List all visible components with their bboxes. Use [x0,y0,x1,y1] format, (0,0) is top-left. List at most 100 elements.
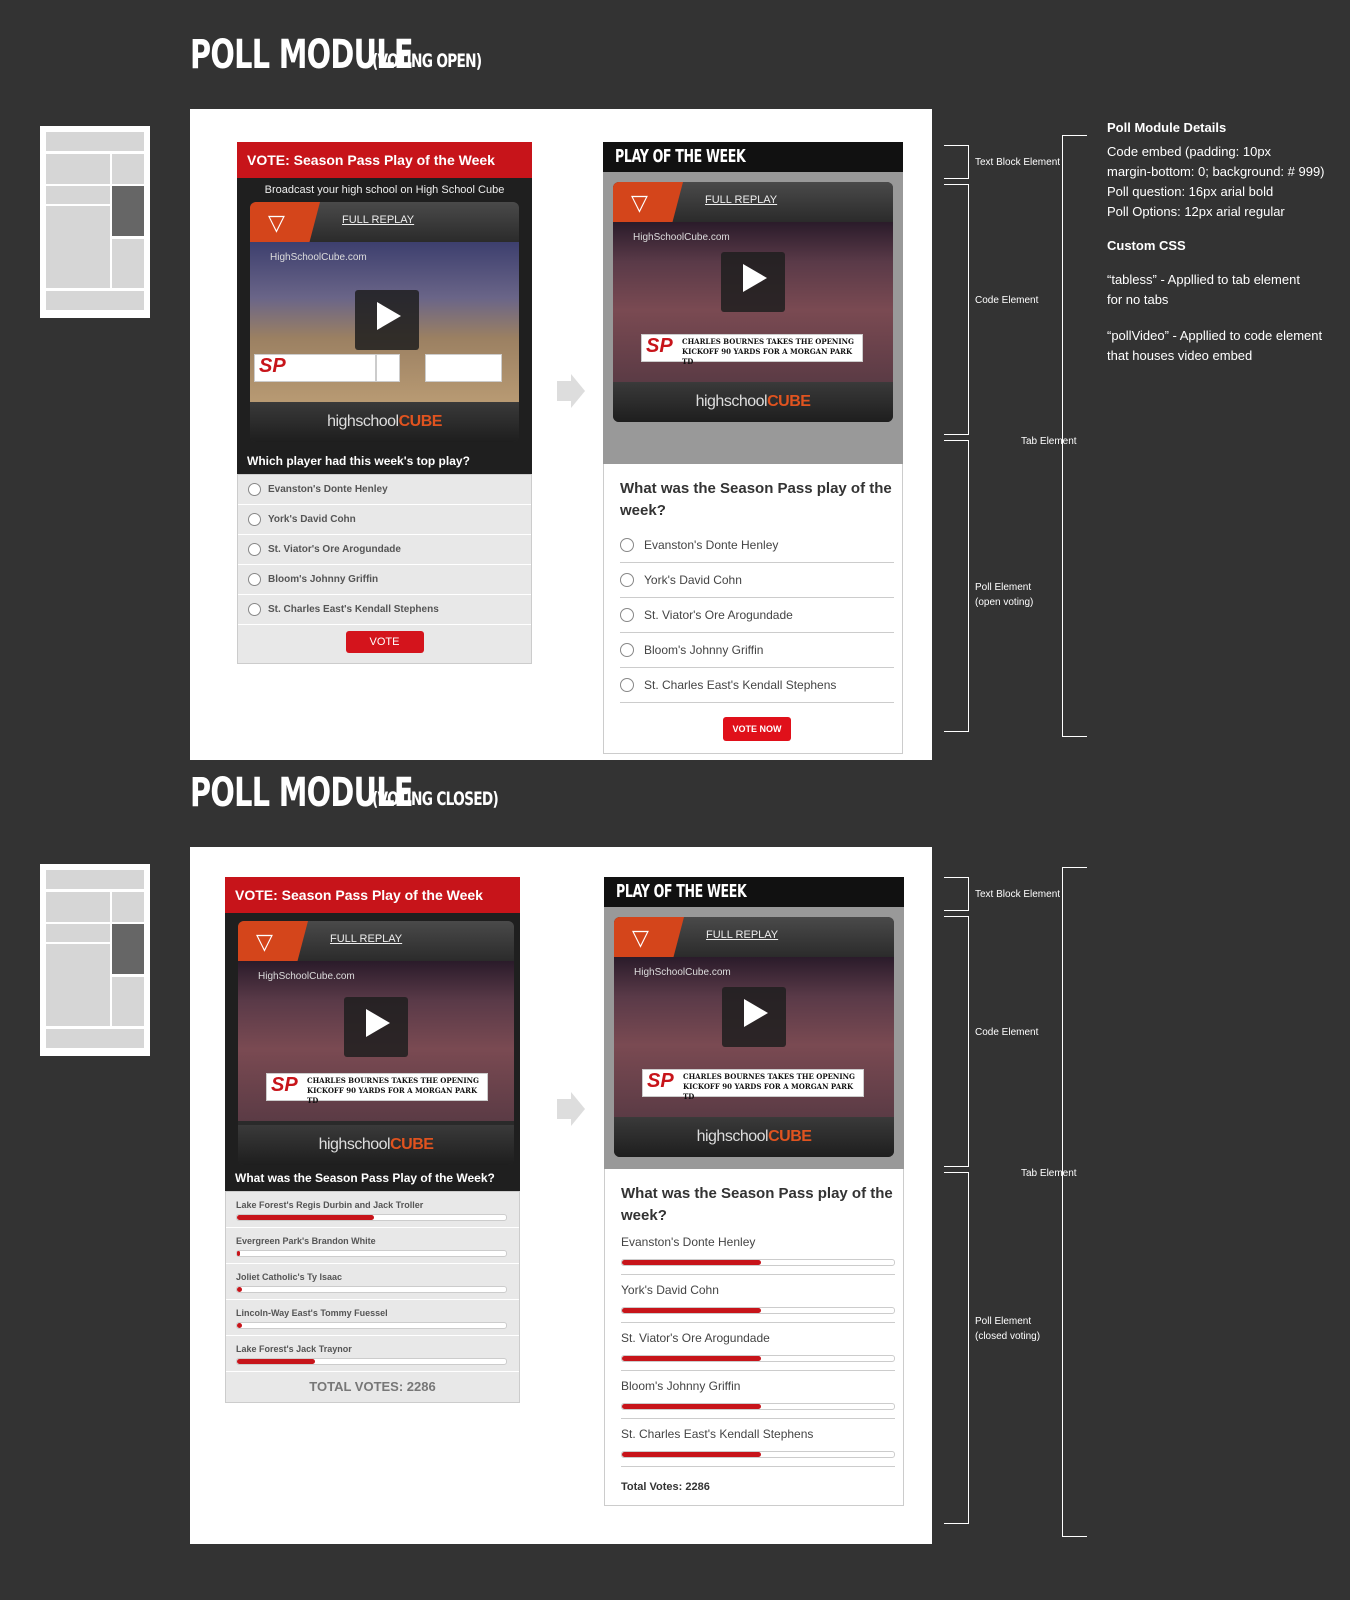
result-bar [622,1260,761,1265]
vote-button[interactable]: VOTE [345,631,424,653]
play-icon[interactable] [721,252,785,312]
video-lower-third: SP [254,354,376,382]
full-replay-link[interactable]: FULL REPLAY [342,214,414,226]
radio-icon[interactable] [620,643,634,657]
poll-result: Lake Forest's Jack Traynor [226,1336,519,1372]
annotation-poll-open: Poll Element (open voting) [975,582,1034,608]
arrow-right-icon [557,1091,587,1127]
bracket-tab [1062,867,1087,1537]
poll-option[interactable]: St. Viator's Ore Arogundade [238,535,531,565]
video-lower-third: SP CHARLES BOURNES TAKES THE OPENING KICK… [642,1069,864,1101]
annotation-code: Code Element [975,295,1039,306]
full-replay-link[interactable]: FULL REPLAY [330,933,402,945]
poll-widget-open-classic: VOTE: Season Pass Play of the Week Broad… [237,142,532,664]
video-brand: highschoolCUBE [250,402,519,442]
video-player[interactable]: ▽ FULL REPLAY HighSchoolCube.com SP CHAR… [614,917,894,1157]
section-title-closed: POLL MODULE (VOTING CLOSED) [190,770,499,816]
poll-result: Bloom's Johnny Griffin [621,1371,895,1419]
annotation-tab: Tab Element [1021,436,1077,447]
bracket-poll-open [944,440,969,732]
video-player[interactable]: ▽ FULL REPLAY HighSchoolCube.com SP CHAR… [613,182,893,422]
poll-option[interactable]: St. Charles East's Kendall Stephens [238,595,531,625]
result-bar [622,1356,761,1361]
video-brand: highschoolCUBE [614,1117,894,1157]
radio-icon[interactable] [620,678,634,692]
widget-subheader: Broadcast your high school on High Schoo… [264,184,505,196]
poll-result: St. Viator's Ore Arogundade [621,1323,895,1371]
video-lower-third: SP CHARLES BOURNES TAKES THE OPENING KICK… [266,1073,488,1105]
poll-options: Evanston's Donte Henley York's David Coh… [237,474,532,664]
bracket-text-block [944,145,969,179]
poll-element: What was the Season Pass play of the wee… [604,1169,904,1506]
bracket-code [944,916,969,1167]
annotation-text-block: Text Block Element [975,889,1061,900]
annotation-code: Code Element [975,1027,1039,1038]
code-element: ▽ FULL REPLAY HighSchoolCube.com SP CHAR… [604,907,904,1169]
annotation-poll-closed: Poll Element (closed voting) [975,1316,1041,1342]
radio-icon[interactable] [248,513,261,526]
poll-option[interactable]: York's David Cohn [620,563,894,598]
widget-header: PLAY OF THE WEEK [603,142,903,172]
result-bar [622,1404,761,1409]
radio-icon[interactable] [248,543,261,556]
video-frame: HighSchoolCube.com SP CHARLES BOURNES TA… [614,957,894,1117]
vote-now-button[interactable]: VOTE NOW [723,717,791,741]
poll-result: Lake Forest's Regis Durbin and Jack Trol… [226,1192,519,1228]
cube-logo-icon: ▽ [250,202,320,242]
arrow-right-icon [557,373,587,409]
poll-option[interactable]: St. Viator's Ore Arogundade [620,598,894,633]
full-replay-link[interactable]: FULL REPLAY [706,929,778,941]
result-bar [237,1287,243,1292]
code-element: ▽ FULL REPLAY HighSchoolCube.com SP CHAR… [603,172,903,464]
cube-logo-icon: ▽ [238,921,308,961]
poll-question: What was the Season Pass play of the wee… [620,480,892,519]
radio-icon[interactable] [248,573,261,586]
cube-logo-icon: ▽ [614,917,684,957]
bracket-text-block [944,877,969,911]
video-player[interactable]: ▽ FULL REPLAY HighSchoolCube.com SP CHAR… [238,921,514,1165]
video-frame: HighSchoolCube.com SP CHARLES BOURNES TA… [238,961,514,1121]
video-frame: HighSchoolCube.com SP [250,242,519,402]
result-bar [237,1359,315,1364]
widget-header: VOTE: Season Pass Play of the Week [237,142,532,178]
poll-result: Lincoln-Way East's Tommy Fuessel [226,1300,519,1336]
bracket-poll-closed [944,1172,969,1524]
poll-result: Evanston's Donte Henley [621,1227,895,1275]
poll-widget-closed-classic: VOTE: Season Pass Play of the Week ▽ FUL… [225,877,520,1403]
module-details: Poll Module Details Code embed (padding:… [1107,120,1325,363]
total-votes: Total Votes: 2286 [621,1481,710,1493]
poll-option[interactable]: Evanston's Donte Henley [620,528,894,563]
poll-option[interactable]: Bloom's Johnny Griffin [238,565,531,595]
layout-thumbnail-closed [40,864,150,1056]
cube-logo-icon: ▽ [613,182,683,222]
video-watermark: HighSchoolCube.com [634,967,731,978]
total-votes: TOTAL VOTES: 2286 [309,1379,436,1394]
widget-header: PLAY OF THE WEEK [604,877,904,907]
poll-option[interactable]: Evanston's Donte Henley [238,475,531,505]
video-watermark: HighSchoolCube.com [633,232,730,243]
radio-icon[interactable] [620,538,634,552]
video-player[interactable]: ▽ FULL REPLAY HighSchoolCube.com SP high… [250,202,519,442]
video-brand: highschoolCUBE [238,1125,514,1165]
bracket-code [944,184,969,435]
result-bar [622,1308,761,1313]
annotation-text-block: Text Block Element [975,157,1061,168]
section-title-open: POLL MODULE (VOTING OPEN) [190,32,482,78]
radio-icon[interactable] [620,573,634,587]
play-icon[interactable] [344,997,408,1057]
full-replay-link[interactable]: FULL REPLAY [705,194,777,206]
poll-option[interactable]: Bloom's Johnny Griffin [620,633,894,668]
radio-icon[interactable] [620,608,634,622]
poll-result: Joliet Catholic's Ty Isaac [226,1264,519,1300]
radio-icon[interactable] [248,483,261,496]
play-icon[interactable] [722,987,786,1047]
result-bar [237,1215,375,1220]
result-bar [237,1323,243,1328]
poll-option[interactable]: York's David Cohn [238,505,531,535]
play-icon[interactable] [355,290,419,350]
poll-option[interactable]: St. Charles East's Kendall Stephens [620,668,894,703]
video-brand: highschoolCUBE [613,382,893,422]
radio-icon[interactable] [248,603,261,616]
result-bar [622,1452,761,1457]
video-frame: HighSchoolCube.com SP CHARLES BOURNES TA… [613,222,893,382]
